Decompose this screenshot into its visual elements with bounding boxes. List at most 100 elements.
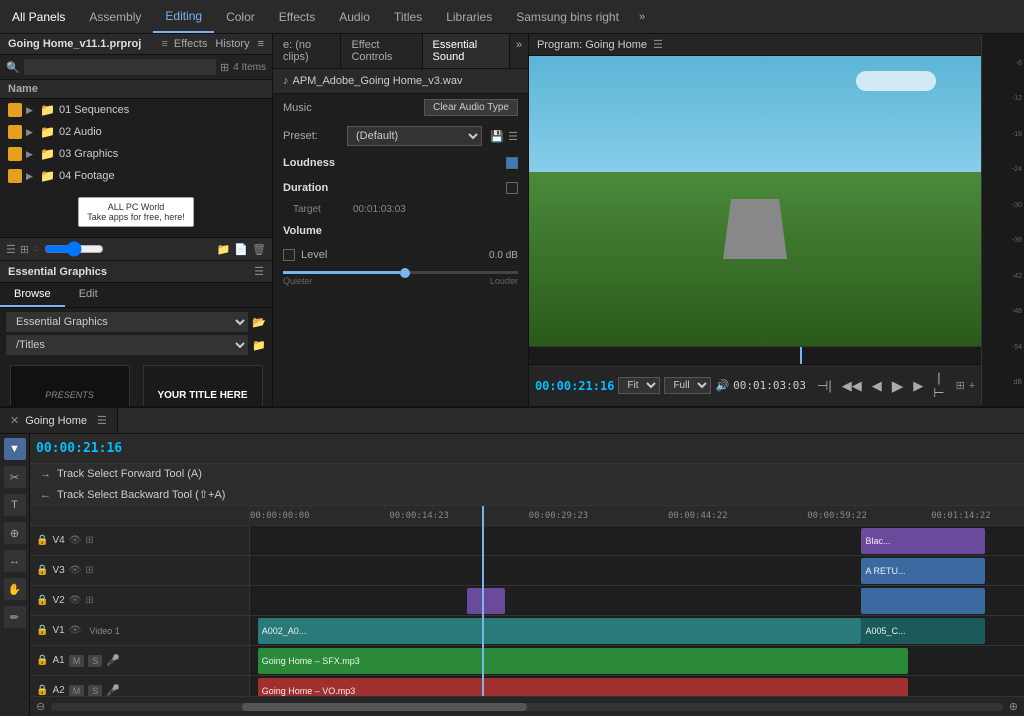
pm-audio-icon[interactable]: 🔊 <box>715 379 729 392</box>
clip-v3-return[interactable]: A RETU... <box>861 558 985 584</box>
folder-03-graphics[interactable]: ▶ 📁 03 Graphics <box>0 143 272 165</box>
v2-lock-icon[interactable]: 🔒 <box>36 595 48 606</box>
clip-v2-adobe[interactable] <box>861 588 985 614</box>
nav-samsung[interactable]: Samsung bins right <box>504 0 631 33</box>
a1-lock-icon[interactable]: 🔒 <box>36 655 48 666</box>
new-bin-btn[interactable]: 📁 <box>217 243 231 256</box>
clip-v4-black[interactable]: Blac... <box>861 528 985 554</box>
pm-out-point-btn[interactable]: |⊢ <box>930 368 947 403</box>
v2-box-icon[interactable]: ⊞ <box>85 595 93 606</box>
a1-solo-btn[interactable]: S <box>88 655 102 667</box>
nav-assembly[interactable]: Assembly <box>77 0 153 33</box>
eg-folder-icon[interactable]: 📁 <box>252 339 266 352</box>
clip-v1-a005[interactable]: A005_C... <box>861 618 985 644</box>
pm-menu-icon[interactable]: ☰ <box>653 38 663 51</box>
pm-more-btn[interactable]: + <box>969 380 975 392</box>
nav-all-panels[interactable]: All Panels <box>0 0 77 33</box>
v3-box-icon[interactable]: ⊞ <box>85 565 93 576</box>
es-duration-checkbox[interactable] <box>506 182 518 194</box>
timeline-playhead[interactable] <box>482 506 484 696</box>
v3-eye-icon[interactable]: 👁 <box>69 565 82 576</box>
clip-v1-main[interactable]: A002_A0... <box>258 618 862 644</box>
eg-category-dropdown[interactable]: /Titles <box>6 335 248 355</box>
nav-editing[interactable]: Editing <box>153 0 214 33</box>
es-preset-dropdown[interactable]: (Default) <box>347 126 482 146</box>
expand-arrow-graphics[interactable]: ▶ <box>26 149 36 160</box>
es-loudness-checkbox[interactable] <box>506 157 518 169</box>
project-history-tab[interactable]: History <box>215 38 249 50</box>
es-clear-button[interactable]: Clear Audio Type <box>424 99 518 116</box>
pm-in-point-btn[interactable]: ⊣| <box>814 376 835 396</box>
icon-view-btn[interactable]: ⊞ <box>20 243 29 256</box>
tl-slip-tool[interactable]: ↔ <box>4 550 26 572</box>
v4-eye-icon[interactable]: 👁 <box>69 535 82 546</box>
new-item-btn[interactable]: 📄 <box>234 243 248 256</box>
es-level-slider[interactable] <box>283 271 518 274</box>
no-clips-tab[interactable]: e: (no clips) <box>273 34 341 68</box>
tl-zoom-out-icon[interactable]: ⊖ <box>36 700 45 713</box>
es-preset-save-icon[interactable]: 💾 <box>490 130 504 143</box>
delete-btn[interactable]: 🗑 <box>252 243 266 256</box>
nav-titles[interactable]: Titles <box>382 0 434 33</box>
v3-lock-icon[interactable]: 🔒 <box>36 565 48 576</box>
expand-arrow-sequences[interactable]: ▶ <box>26 105 36 116</box>
pm-fit-dropdown[interactable]: Fit <box>618 377 660 394</box>
nav-audio[interactable]: Audio <box>327 0 382 33</box>
zoom-slider[interactable] <box>44 241 104 257</box>
nav-more[interactable]: » <box>631 11 653 23</box>
a1-mute-btn[interactable]: M <box>69 655 85 667</box>
track-backward-tool[interactable]: ← Track Select Backward Tool (⇧+A) <box>30 484 1024 505</box>
project-more-btn[interactable]: ≡ <box>258 38 264 50</box>
tl-pen-tool[interactable]: ✏ <box>4 606 26 628</box>
eg-browse-tab[interactable]: Browse <box>0 283 65 307</box>
v1-eye-icon[interactable]: 👁 <box>69 625 82 636</box>
track-forward-tool[interactable]: → Track Select Forward Tool (A) <box>30 464 1024 484</box>
v4-lock-icon[interactable]: 🔒 <box>36 535 48 546</box>
project-effects-tab[interactable]: Effects <box>174 38 207 50</box>
timeline-close-icon[interactable]: ✕ <box>10 414 19 427</box>
pm-rewind-btn[interactable]: ◀◀ <box>839 376 865 396</box>
a2-solo-btn[interactable]: S <box>88 685 102 697</box>
a2-lock-icon[interactable]: 🔒 <box>36 685 48 696</box>
tl-hand-tool[interactable]: ✋ <box>4 578 26 600</box>
tl-scroll-track[interactable] <box>51 703 1003 711</box>
eg-browse-icon[interactable]: 📂 <box>252 316 266 329</box>
v1-lock-icon[interactable]: 🔒 <box>36 625 48 636</box>
eg-menu-btn[interactable]: ☰ <box>254 265 264 278</box>
eg-source-dropdown[interactable]: Essential Graphics <box>6 312 248 332</box>
pm-back-btn[interactable]: ◀ <box>869 376 885 396</box>
es-level-checkbox[interactable] <box>283 249 295 261</box>
timeline-tab[interactable]: ✕ Going Home ☰ <box>0 408 118 433</box>
pm-tools-icon[interactable]: ⊞ <box>956 379 965 392</box>
eg-item-angled-title[interactable]: YOUR TITLE HERE Angled Title <box>139 365 266 406</box>
folder-02-audio[interactable]: ▶ 📁 02 Audio <box>0 121 272 143</box>
tl-zoom-in-icon[interactable]: ⊕ <box>1009 700 1018 713</box>
tl-zoom-tool[interactable]: ⊕ <box>4 522 26 544</box>
tl-select-tool[interactable]: ▼ <box>4 438 26 460</box>
timeline-menu-icon[interactable]: ☰ <box>97 414 107 427</box>
pm-forward-btn[interactable]: ▶ <box>910 376 926 396</box>
tl-text-tool[interactable]: T <box>4 494 26 516</box>
a1-mic-icon[interactable]: 🎤 <box>106 654 120 667</box>
clip-a2-vo[interactable]: Going Home – VO.mp3 <box>258 678 908 696</box>
clip-v2-small[interactable] <box>467 588 506 614</box>
timeline-ruler[interactable]: 00:00:00:00 00:00:14:23 00:00:29:23 00:0… <box>250 506 1024 526</box>
a2-mute-btn[interactable]: M <box>69 685 85 697</box>
list-icon[interactable]: ⊞ <box>220 61 229 74</box>
pm-play-btn[interactable]: ▶ <box>889 375 907 397</box>
expand-arrow-audio[interactable]: ▶ <box>26 127 36 138</box>
v4-box-icon[interactable]: ⊞ <box>85 535 93 546</box>
nav-color[interactable]: Color <box>214 0 267 33</box>
list-view-btn[interactable]: ☰ <box>6 243 16 256</box>
folder-01-sequences[interactable]: ▶ 📁 01 Sequences <box>0 99 272 121</box>
clip-a1-sfx[interactable]: Going Home – SFX.mp3 <box>258 648 908 674</box>
v2-eye-icon[interactable]: 👁 <box>69 595 82 606</box>
effect-controls-tab[interactable]: Effect Controls <box>341 34 422 68</box>
project-search-input[interactable] <box>24 59 216 75</box>
es-preset-menu-icon[interactable]: ☰ <box>508 130 518 143</box>
a2-mic-icon[interactable]: 🎤 <box>106 684 120 696</box>
tl-razor-tool[interactable]: ✂ <box>4 466 26 488</box>
eg-item-angled-presents[interactable]: PRESENTS Angled Presents <box>6 365 133 406</box>
pm-scrub-bar[interactable] <box>529 346 981 364</box>
eg-edit-tab[interactable]: Edit <box>65 283 112 307</box>
